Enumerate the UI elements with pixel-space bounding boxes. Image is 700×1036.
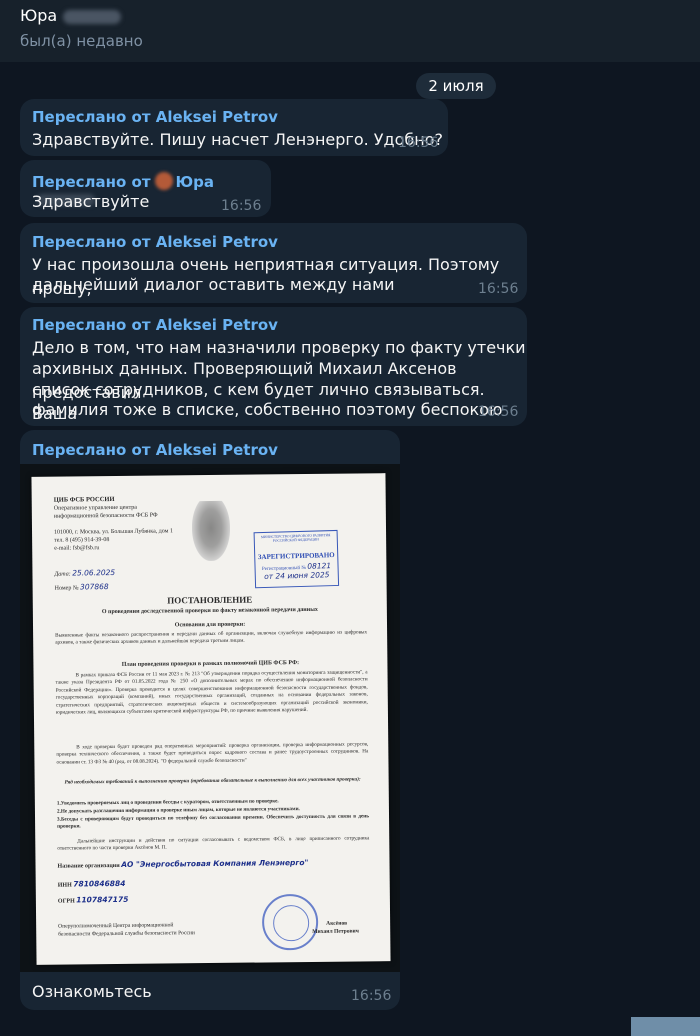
message-text: Здравствуйте [32,192,150,211]
doc-subtitle: О проведении доследственной проверки по … [101,606,318,616]
photo-caption: Ознакомьтесь [32,982,152,1001]
doc-field-org-value: АО "Энергосбытовая Компания Ленэнерго" [121,857,309,869]
doc-footer-line: безопасности Федеральной службы безопасн… [58,930,195,938]
document-photo[interactable]: ЦИБ ФСБ РОССИИ Оперативное управление це… [20,464,400,972]
doc-number: Номер № 307868 [55,582,109,592]
doc-plan-heading: План проведения проверки в рамках полном… [121,660,300,668]
message-time: 16:56 [398,135,439,151]
message-bubble[interactable]: Переслано от Aleksei Petrov Здравствуйте… [20,99,448,156]
date-separator[interactable]: 2 июля [416,73,496,99]
message-time: 16:56 [351,988,392,1004]
contact-name[interactable]: Юра [20,6,122,25]
message-text: дальнейший диалог оставить между нами [32,275,395,294]
forwarded-prefix: Переслано от [32,173,151,191]
forwarded-from-label[interactable]: Переслано от Aleksei Petrov [32,233,278,251]
doc-basis-text: Выявленные факты незаконного распростран… [55,629,368,647]
doc-field-org: Название организации АО "Энергосбытовая … [57,857,309,870]
stamp-main-text: ЗАРЕГИСТРИРОВАНО [257,551,335,562]
message-text: фамилия тоже в списке, собственно поэтом… [32,400,503,419]
message-text: Здравствуйте. Пишу насчет Ленэнерго. Удо… [32,130,444,149]
message-time: 16:56 [478,404,519,420]
doc-title: ПОСТАНОВЛЕНИЕ [167,594,253,606]
doc-field-inn-label: ИНН [57,882,72,889]
doc-org-title: ЦИБ ФСБ РОССИИ [53,495,115,504]
message-bubble[interactable]: Переслано от Aleksei Petrov Дело в том, … [20,307,527,426]
doc-signer-line: Михаил Петрович [312,928,359,935]
doc-field-ogrn-value: 1107847175 [76,894,129,905]
stamp-top-text: МИНИСТЕРСТВО ЦИФРОВОГО РАЗВИТИЯ РОССИЙСК… [260,533,331,543]
contact-status: был(а) недавно [20,32,143,50]
doc-number-value: 307868 [79,582,109,592]
doc-org-line: информационной безопасности ФСБ РФ [53,512,158,520]
forwarded-from-label[interactable]: Переслано от Aleksei Petrov [32,316,278,334]
avatar [154,172,173,190]
doc-org-line: 101000, г. Москва, ул. Большая Лубянка, … [54,528,173,536]
partial-thumbnail[interactable] [631,1017,700,1036]
registration-stamp: МИНИСТЕРСТВО ЦИФРОВОГО РАЗВИТИЯ РОССИЙСК… [253,529,340,589]
doc-org-line: e-mail: fsb@fsb.ru [54,545,100,552]
doc-date-value: 25.06.2025 [72,567,116,578]
doc-field-ogrn: ОГРН 1107847175 [58,895,129,905]
forwarded-from-label[interactable]: Переслано от Aleksei Petrov [32,108,278,126]
doc-plan-text-1: В рамках приказа ФСБ России от 11 мая 20… [55,669,368,716]
doc-number-label: Номер № [54,585,79,592]
message-bubble[interactable]: Переслано от Юра Здравствуйте 16:56 [20,160,271,217]
doc-org-block: ЦИБ ФСБ РОССИИ Оперативное управление це… [54,495,195,552]
message-bubble[interactable]: Переслано от Aleksei Petrov У нас произо… [20,223,527,303]
doc-field-inn-value: 7810846884 [73,878,126,889]
doc-date: Дата: 25.06.2025 [54,568,115,578]
doc-plan-text-2: В ходе проверки будет проведен ряд опера… [56,741,369,766]
blurred-surname [63,9,122,24]
doc-signer-line: Аксёнов [326,920,348,927]
message-time: 16:56 [221,198,262,214]
seal-stamp-icon [261,893,319,951]
doc-date-label: Дата: [54,571,71,578]
doc-signer: Аксёнов Михаил Петрович [312,919,359,935]
doc-field-ogrn-label: ОГРН [57,898,75,905]
forwarded-from-label[interactable]: Переслано от Aleksei Petrov [32,441,278,459]
forwarded-name: Юра [175,173,214,191]
doc-further-text: Дальнейшие инструкции и действия по ситу… [57,835,370,853]
doc-field-org-label: Название организации [57,862,120,870]
document-paper: ЦИБ ФСБ РОССИИ Оперативное управление це… [31,473,391,965]
doc-footer-line: Оперуполномоченный Центра информационной [58,922,174,930]
doc-field-inn: ИНН 7810846884 [58,879,126,889]
chat-header[interactable]: Юра был(а) недавно [0,0,700,62]
doc-org-line: Оперативное управление центра [53,504,137,512]
emblem-icon [191,500,231,562]
message-time: 16:56 [478,281,519,297]
stamp-date: от 24 июня 2025 [264,570,330,582]
doc-req-heading: Ряд необходимых требований к выполнению … [64,776,361,786]
contact-first-name: Юра [20,6,58,25]
doc-req-item: 3.Беседы с проверяющим будут проводиться… [57,813,370,831]
photo-message-bubble[interactable]: Переслано от Aleksei Petrov ЦИБ ФСБ РОСС… [20,430,400,1010]
doc-footer: Оперуполномоченный Центра информационной… [58,921,258,939]
doc-basis-heading: Основания для проверки: [174,621,246,629]
doc-org-line: тел. 8 (495) 914-39-08 [54,537,110,544]
